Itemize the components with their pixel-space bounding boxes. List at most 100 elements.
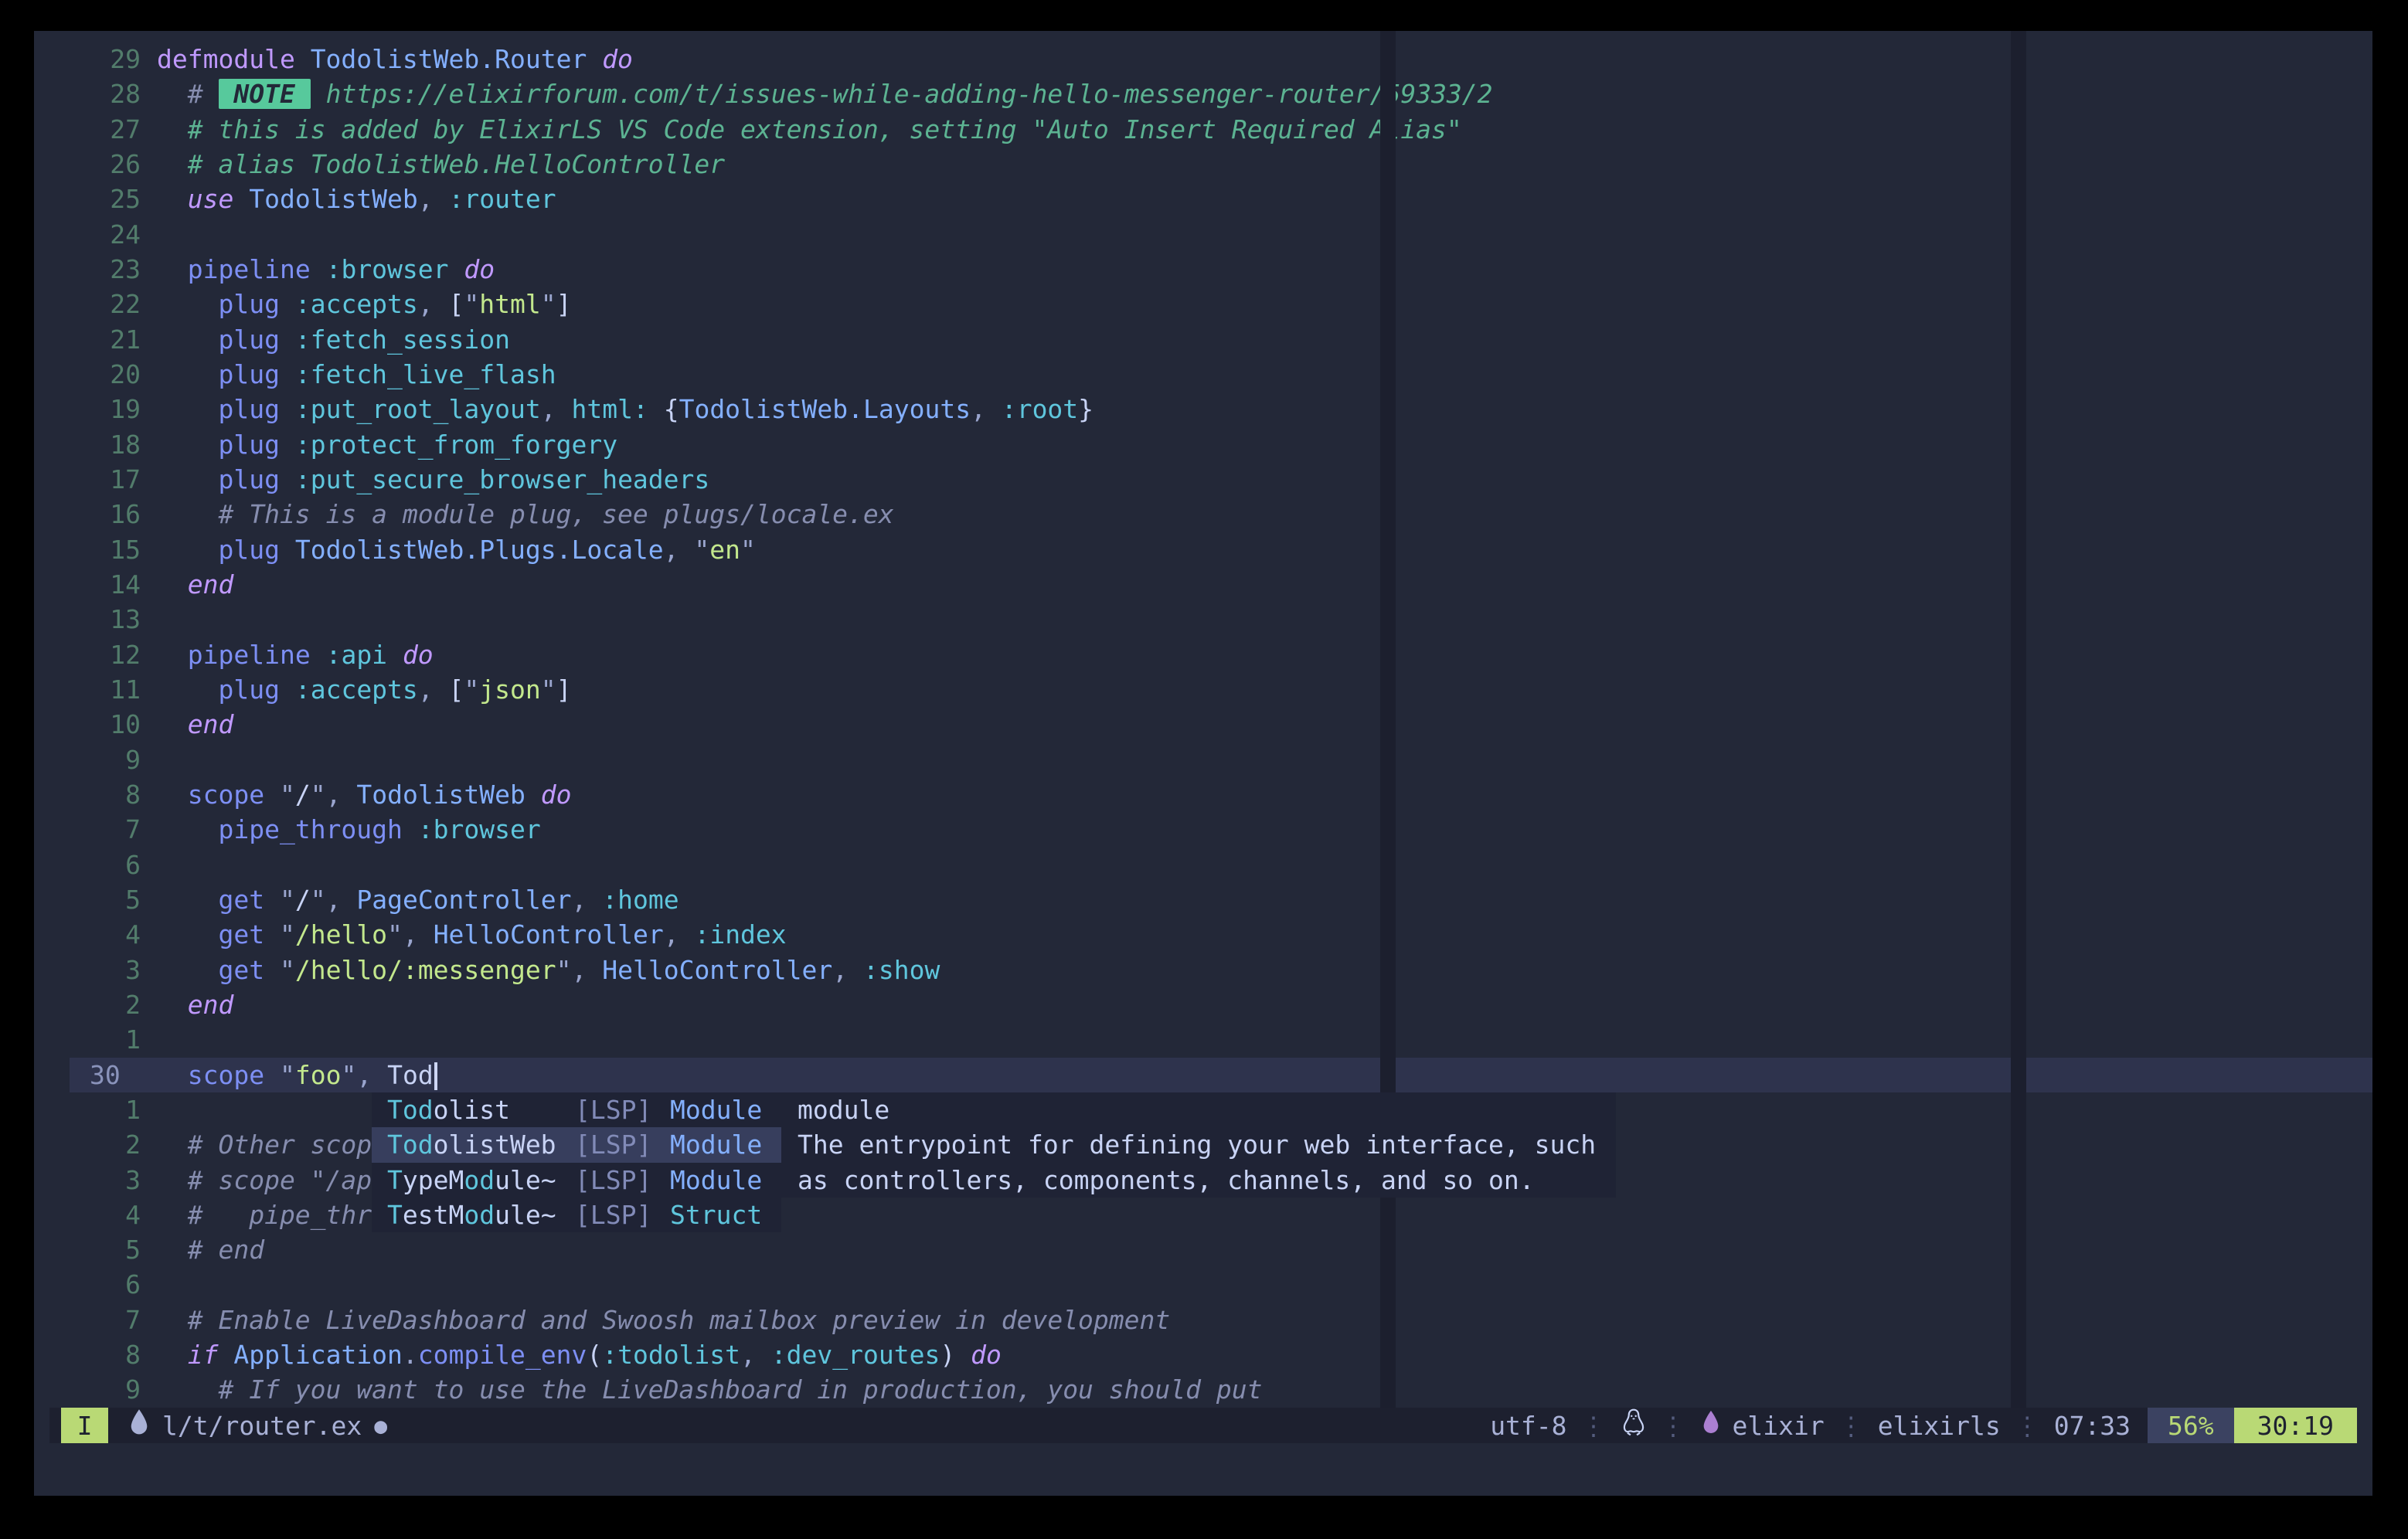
line-number: 2 xyxy=(70,987,141,1022)
separator: ⋮ xyxy=(1838,1411,1864,1441)
scroll-percent-badge: 56% xyxy=(2148,1408,2234,1443)
code-text: scope "/", TodolistWeb do xyxy=(157,777,572,812)
completion-source: [LSP] xyxy=(575,1198,670,1232)
code-line[interactable]: 7 pipe_through :browser xyxy=(70,812,2372,847)
code-line[interactable]: 6 xyxy=(70,848,2372,882)
line-number: 22 xyxy=(70,287,141,321)
code-text: # Other scop xyxy=(157,1127,372,1162)
code-line[interactable]: 10 end xyxy=(70,707,2372,742)
line-number: 11 xyxy=(70,672,141,707)
elixir-droplet-icon xyxy=(127,1408,151,1442)
code-text: pipe_through :browser xyxy=(157,812,541,847)
code-line[interactable]: 23 pipeline :browser do xyxy=(70,252,2372,287)
completion-label: TodolistWeb xyxy=(387,1127,575,1162)
line-number: 28 xyxy=(70,76,141,111)
completion-item[interactable]: TestModule~[LSP]Struct xyxy=(372,1198,781,1232)
line-number: 4 xyxy=(70,1198,141,1232)
completion-item-selected[interactable]: TodolistWeb[LSP]Module xyxy=(372,1127,781,1162)
code-text: pipeline :api do xyxy=(157,637,434,672)
line-number: 24 xyxy=(70,217,141,252)
clock: 07:33 xyxy=(2054,1411,2131,1441)
code-text: if Application.compile_env(:todolist, :d… xyxy=(157,1337,1002,1372)
completion-kind: Module xyxy=(670,1127,762,1162)
line-number: 10 xyxy=(70,707,141,742)
code-text: # end xyxy=(157,1232,264,1267)
line-number: 7 xyxy=(70,1303,141,1337)
code-line[interactable]: 26 # alias TodolistWeb.HelloController xyxy=(70,147,2372,182)
completion-source: [LSP] xyxy=(575,1092,670,1127)
lsp-client-name: elixirls xyxy=(1878,1411,2001,1441)
line-number: 6 xyxy=(70,848,141,882)
code-line[interactable]: 5 # end xyxy=(70,1232,2372,1267)
code-line[interactable]: 5 get "/", PageController, :home xyxy=(70,882,2372,917)
code-line[interactable]: 15 plug TodolistWeb.Plugs.Locale, "en" xyxy=(70,532,2372,567)
code-line[interactable]: 7 # Enable LiveDashboard and Swoosh mail… xyxy=(70,1303,2372,1337)
code-line[interactable]: 27 # this is added by ElixirLS VS Code e… xyxy=(70,112,2372,147)
code-text: plug :fetch_live_flash xyxy=(157,357,556,392)
code-text: # NOTE https://elixirforum.com/t/issues-… xyxy=(157,76,1493,111)
code-line[interactable]: 18 plug :protect_from_forgery xyxy=(70,427,2372,462)
code-text: plug :accepts, ["json"] xyxy=(157,672,572,707)
code-line[interactable]: 17 plug :put_secure_browser_headers xyxy=(70,462,2372,497)
completion-item[interactable]: Todolist[LSP]Module xyxy=(372,1092,781,1127)
code-line[interactable]: 16 # This is a module plug, see plugs/lo… xyxy=(70,497,2372,532)
code-line[interactable]: 25 use TodolistWeb, :router xyxy=(70,182,2372,216)
code-line[interactable]: 11 plug :accepts, ["json"] xyxy=(70,672,2372,707)
code-line[interactable]: 9 # If you want to use the LiveDashboard… xyxy=(70,1372,2372,1407)
code-line[interactable]: 2 end xyxy=(70,987,2372,1022)
mode-indicator: I xyxy=(61,1408,108,1443)
code-line[interactable]: 19 plug :put_root_layout, html: {Todolis… xyxy=(70,392,2372,426)
code-line[interactable]: 21 plug :fetch_session xyxy=(70,322,2372,357)
code-line-current[interactable]: 30 scope "foo", Tod xyxy=(70,1058,2372,1092)
code-line[interactable]: 14 end xyxy=(70,567,2372,602)
code-line[interactable]: 24 xyxy=(70,217,2372,252)
line-number: 17 xyxy=(70,462,141,497)
separator: ⋮ xyxy=(2015,1411,2040,1441)
code-line[interactable]: 3 get "/hello/:messenger", HelloControll… xyxy=(70,953,2372,987)
code-text: # This is a module plug, see plugs/local… xyxy=(157,497,894,532)
language-name: elixir xyxy=(1733,1411,1825,1441)
code-line[interactable]: 20 plug :fetch_live_flash xyxy=(70,357,2372,392)
code-text: # pipe_thr xyxy=(157,1198,372,1232)
completion-source: [LSP] xyxy=(575,1163,670,1198)
completion-kind: Struct xyxy=(670,1198,762,1232)
line-number: 23 xyxy=(70,252,141,287)
code-line[interactable]: 9 xyxy=(70,742,2372,777)
encoding: utf-8 xyxy=(1490,1411,1566,1441)
line-number: 9 xyxy=(70,1372,141,1407)
code-text: plug :protect_from_forgery xyxy=(157,427,617,462)
line-number: 16 xyxy=(70,497,141,532)
code-text: get "/hello/:messenger", HelloController… xyxy=(157,953,940,987)
line-number: 2 xyxy=(70,1127,141,1162)
code-line[interactable]: 22 plug :accepts, ["html"] xyxy=(70,287,2372,321)
linux-tux-icon xyxy=(1621,1408,1647,1443)
code-line[interactable]: 29defmodule TodolistWeb.Router do xyxy=(70,42,2372,76)
code-line[interactable]: 28 # NOTE https://elixirforum.com/t/issu… xyxy=(70,76,2372,111)
code-text: # scope "/ap xyxy=(157,1163,372,1198)
code-text: plug :accepts, ["html"] xyxy=(157,287,572,321)
code-line[interactable]: 8 scope "/", TodolistWeb do xyxy=(70,777,2372,812)
code-text: plug :fetch_session xyxy=(157,322,510,357)
code-text: end xyxy=(157,567,233,602)
code-line[interactable]: 4 get "/hello", HelloController, :index xyxy=(70,917,2372,952)
completion-label: TestModule~ xyxy=(387,1198,575,1232)
code-line[interactable]: 6 xyxy=(70,1267,2372,1302)
line-number: 25 xyxy=(70,182,141,216)
code-line[interactable]: 1 xyxy=(70,1022,2372,1057)
code-line[interactable]: 8 if Application.compile_env(:todolist, … xyxy=(70,1337,2372,1372)
code-line[interactable]: 13 xyxy=(70,602,2372,637)
line-number: 4 xyxy=(70,917,141,952)
line-number: 29 xyxy=(70,42,141,76)
note-badge: NOTE xyxy=(219,79,311,109)
completion-popup: Todolist[LSP]ModuleTodolistWeb[LSP]Modul… xyxy=(372,1092,781,1232)
code-text: # this is added by ElixirLS VS Code exte… xyxy=(157,112,1462,147)
line-number: 5 xyxy=(70,882,141,917)
code-line[interactable]: 12 pipeline :api do xyxy=(70,637,2372,672)
line-number: 18 xyxy=(70,427,141,462)
cursor-position-badge: 30:19 xyxy=(2234,1408,2357,1443)
line-number: 9 xyxy=(70,742,141,777)
line-number: 19 xyxy=(70,392,141,426)
line-number: 26 xyxy=(70,147,141,182)
completion-item[interactable]: TypeModule~[LSP]Module xyxy=(372,1163,781,1198)
code-text: plug TodolistWeb.Plugs.Locale, "en" xyxy=(157,532,756,567)
